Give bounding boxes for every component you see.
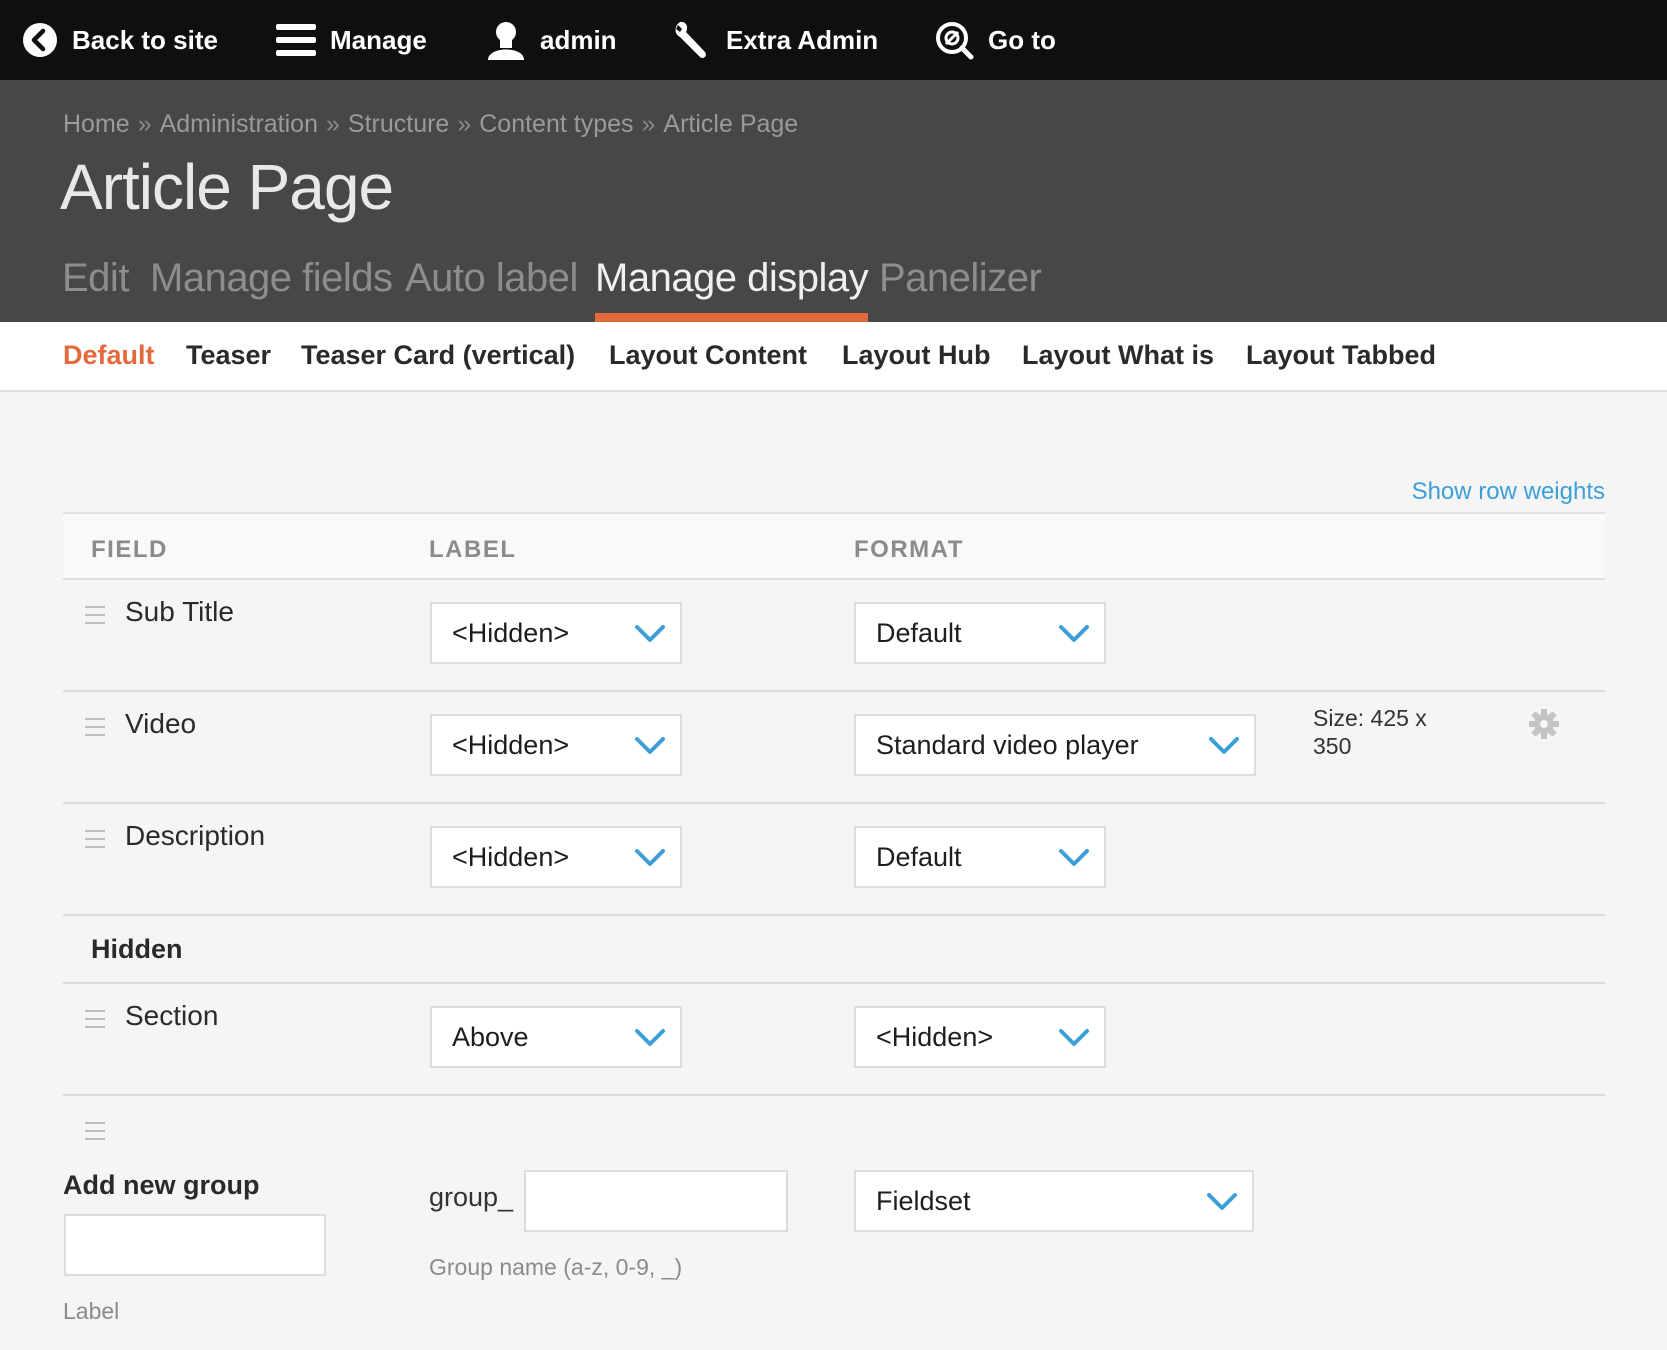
subtab-layout-what-is[interactable]: Layout What is bbox=[1022, 340, 1214, 371]
add-new-group-title: Add new group bbox=[63, 1170, 260, 1200]
admin-toolbar: Back to site Manage admin Extra Admin Go… bbox=[0, 0, 1667, 80]
label-select-value: <Hidden> bbox=[452, 842, 570, 872]
chevron-down-icon bbox=[634, 736, 666, 761]
breadcrumb-content-types[interactable]: Content types bbox=[479, 110, 633, 138]
label-select[interactable]: <Hidden> bbox=[430, 714, 682, 776]
label-select[interactable]: <Hidden> bbox=[430, 602, 682, 664]
label-select-value: <Hidden> bbox=[452, 730, 570, 760]
format-select[interactable]: <Hidden> bbox=[854, 1006, 1106, 1068]
field-name: Section bbox=[125, 1000, 219, 1031]
label-select-value: Above bbox=[452, 1022, 529, 1052]
field-name: Sub Title bbox=[125, 596, 234, 627]
page-header: Home» Administration» Structure» Content ty… bbox=[0, 80, 1667, 322]
format-select[interactable]: Default bbox=[854, 602, 1106, 664]
subtab-default[interactable]: Default bbox=[63, 340, 155, 371]
subtab-layout-content[interactable]: Layout Content bbox=[609, 340, 807, 371]
group-label-description: Label bbox=[63, 1298, 120, 1324]
chevron-down-icon bbox=[1058, 624, 1090, 649]
manage-menu-button[interactable]: Manage bbox=[276, 0, 427, 80]
breadcrumb-article-page[interactable]: Article Page bbox=[663, 110, 798, 138]
extra-admin-label: Extra Admin bbox=[726, 24, 879, 55]
tab-manage-display[interactable]: Manage display bbox=[595, 240, 869, 322]
extra-admin-button[interactable]: Extra Admin bbox=[672, 0, 878, 80]
format-select[interactable]: Default bbox=[854, 826, 1106, 888]
subtab-teaser-card-vertical[interactable]: Teaser Card (vertical) bbox=[301, 340, 575, 371]
drag-handle-icon[interactable] bbox=[85, 830, 105, 850]
group-name-input[interactable] bbox=[524, 1170, 788, 1232]
tab-manage-fields[interactable]: Manage fields bbox=[150, 240, 393, 322]
show-row-weights-link[interactable]: Show row weights bbox=[1412, 478, 1605, 506]
table-row: Sub Title <Hidden> Default bbox=[63, 580, 1605, 692]
breadcrumb-home[interactable]: Home bbox=[63, 110, 130, 138]
drag-handle-icon[interactable] bbox=[85, 606, 105, 626]
chevron-down-icon bbox=[634, 848, 666, 873]
label-select[interactable]: <Hidden> bbox=[430, 826, 682, 888]
breadcrumb-separator: » bbox=[326, 110, 340, 138]
column-header-label: LABEL bbox=[429, 536, 517, 563]
back-arrow-icon bbox=[22, 22, 58, 58]
group-label-input[interactable] bbox=[64, 1214, 326, 1276]
display-mode-tabs: Default Teaser Teaser Card (vertical) La… bbox=[0, 322, 1667, 392]
group-name-prefix: group_ bbox=[429, 1182, 514, 1212]
format-select-value: Default bbox=[876, 618, 962, 648]
chevron-down-icon bbox=[1208, 736, 1240, 761]
table-row: Section Above <Hidden> bbox=[63, 984, 1605, 1096]
goto-label: Go to bbox=[988, 24, 1056, 55]
chevron-down-icon bbox=[634, 624, 666, 649]
group-format-select[interactable]: Fieldset bbox=[854, 1170, 1254, 1232]
gear-icon[interactable] bbox=[1528, 708, 1560, 745]
format-select-value: <Hidden> bbox=[876, 1022, 994, 1052]
tab-edit[interactable]: Edit bbox=[62, 240, 129, 322]
column-header-format: FORMAT bbox=[854, 536, 964, 563]
breadcrumb: Home» Administration» Structure» Content ty… bbox=[63, 110, 798, 139]
table-row: Video <Hidden> Standard video player Siz… bbox=[63, 692, 1605, 804]
drag-handle-icon[interactable] bbox=[85, 1122, 105, 1142]
format-select[interactable]: Standard video player bbox=[854, 714, 1256, 776]
chevron-down-icon bbox=[1058, 1028, 1090, 1053]
drag-handle-icon[interactable] bbox=[85, 1010, 105, 1030]
region-title: Hidden bbox=[91, 934, 183, 964]
breadcrumb-separator: » bbox=[641, 110, 656, 138]
field-name: Video bbox=[125, 708, 197, 739]
add-new-group-row: Add new group Label group_ Group name (a… bbox=[63, 1096, 1605, 1350]
breadcrumb-structure[interactable]: Structure bbox=[348, 110, 449, 138]
label-select-value: <Hidden> bbox=[452, 618, 570, 648]
chevron-down-icon bbox=[634, 1028, 666, 1053]
subtab-layout-tabbed[interactable]: Layout Tabbed bbox=[1246, 340, 1436, 371]
back-to-site-label: Back to site bbox=[72, 24, 218, 55]
format-select-value: Default bbox=[876, 842, 962, 872]
region-row-hidden: Hidden bbox=[63, 916, 1605, 984]
back-to-site-link[interactable]: Back to site bbox=[22, 0, 218, 80]
breadcrumb-administration[interactable]: Administration bbox=[160, 110, 318, 138]
user-icon bbox=[486, 20, 526, 60]
field-name: Description bbox=[125, 820, 266, 851]
chevron-down-icon bbox=[1058, 848, 1090, 873]
label-select[interactable]: Above bbox=[430, 1006, 682, 1068]
subtab-teaser[interactable]: Teaser bbox=[186, 340, 271, 371]
breadcrumb-separator: » bbox=[137, 110, 152, 138]
tab-panelizer[interactable]: Panelizer bbox=[879, 240, 1042, 322]
chevron-down-icon bbox=[1206, 1192, 1238, 1217]
group-name-description: Group name (a-z, 0-9, _) bbox=[429, 1254, 683, 1280]
page-title: Article Page bbox=[60, 151, 394, 223]
drag-handle-icon[interactable] bbox=[85, 718, 105, 738]
table-header: FIELD LABEL FORMAT bbox=[63, 512, 1605, 580]
goto-search-icon bbox=[934, 20, 974, 60]
wrench-icon bbox=[672, 20, 712, 60]
hamburger-menu-icon bbox=[276, 22, 316, 58]
group-format-select-value: Fieldset bbox=[876, 1186, 971, 1216]
breadcrumb-separator: » bbox=[457, 110, 472, 138]
user-menu-button[interactable]: admin bbox=[486, 0, 617, 80]
tab-auto-label[interactable]: Auto label bbox=[405, 240, 578, 322]
goto-button[interactable]: Go to bbox=[934, 0, 1056, 80]
user-label: admin bbox=[540, 24, 617, 55]
format-summary: Size: 425 x 350 bbox=[1313, 705, 1427, 759]
subtab-layout-hub[interactable]: Layout Hub bbox=[842, 340, 991, 371]
format-select-value: Standard video player bbox=[876, 730, 1139, 760]
table-row: Description <Hidden> Default bbox=[63, 804, 1605, 916]
column-header-field: FIELD bbox=[91, 536, 168, 563]
manage-label: Manage bbox=[330, 24, 427, 55]
